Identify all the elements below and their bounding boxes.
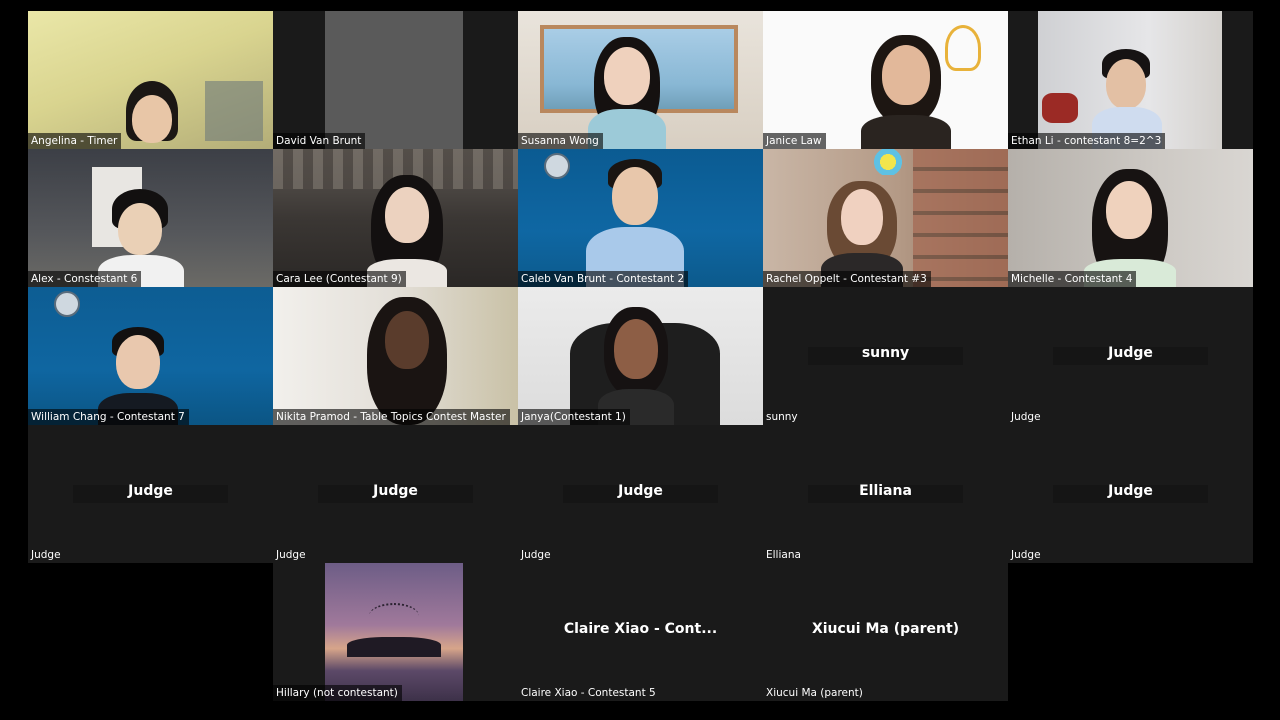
participant-tile[interactable]: Michelle - Contestant 4: [1008, 149, 1253, 287]
participant-tile[interactable]: sunny sunny: [763, 287, 1008, 425]
participant-display-name: Elliana: [859, 483, 912, 499]
participant-tile[interactable]: Susanna Wong: [518, 11, 763, 149]
participant-tile[interactable]: Janya(Contestant 1): [518, 287, 763, 425]
video-feed: [273, 563, 518, 701]
participant-tile[interactable]: William Chang - Contestant 7: [28, 287, 273, 425]
participant-tile[interactable]: Elliana Elliana: [763, 425, 1008, 563]
participant-tile[interactable]: Xiucui Ma (parent) Xiucui Ma (parent): [763, 563, 1008, 701]
gallery-view: Angelina - Timer David Van Brunt Susanna…: [28, 11, 1253, 701]
participant-name-label: Elliana: [766, 549, 801, 561]
participant-display-name: Judge: [128, 483, 173, 499]
participant-display-name: Claire Xiao - Cont...: [563, 621, 718, 637]
participant-name-label: Janice Law: [763, 133, 826, 149]
video-feed: [273, 287, 518, 425]
participant-tile[interactable]: Hillary (not contestant): [273, 563, 518, 701]
participant-display-name: Judge: [1108, 483, 1153, 499]
participant-tile[interactable]: Judge Judge: [273, 425, 518, 563]
participant-tile[interactable]: Judge Judge: [518, 425, 763, 563]
video-feed: [1008, 11, 1253, 149]
participant-name-label: Susanna Wong: [518, 133, 603, 149]
participant-name-label: Janya(Contestant 1): [518, 409, 630, 425]
participant-name-label: David Van Brunt: [273, 133, 366, 149]
lightbulb-icon: [945, 25, 981, 71]
participant-tile[interactable]: Claire Xiao - Cont... Claire Xiao - Cont…: [518, 563, 763, 701]
participant-tile[interactable]: Ethan Li - contestant 8=2^3: [1008, 11, 1253, 149]
participant-tile[interactable]: Janice Law: [763, 11, 1008, 149]
participant-tile[interactable]: Cara Lee (Contestant 9): [273, 149, 518, 287]
participant-name-label: sunny: [766, 411, 798, 423]
participant-tile[interactable]: Rachel Oppelt - Contestant #3: [763, 149, 1008, 287]
participant-tile[interactable]: Nikita Pramod - Table Topics Contest Mas…: [273, 287, 518, 425]
toastmasters-logo-icon: [544, 153, 570, 179]
video-feed: [273, 11, 518, 149]
participant-name-label: Ethan Li - contestant 8=2^3: [1008, 133, 1166, 149]
participant-name-label: Nikita Pramod - Table Topics Contest Mas…: [273, 409, 510, 425]
participant-display-name: Judge: [1108, 345, 1153, 361]
participant-name-label: Judge: [521, 549, 551, 561]
participant-name-label: Judge: [276, 549, 306, 561]
video-feed: [28, 149, 273, 287]
participant-name-label: Claire Xiao - Contestant 5: [521, 687, 656, 699]
video-feed: [763, 149, 1008, 287]
video-feed: [518, 11, 763, 149]
participant-tile[interactable]: Judge Judge: [1008, 287, 1253, 425]
toastmasters-logo-icon: [54, 291, 80, 317]
participant-tile[interactable]: Alex - Constestant 6: [28, 149, 273, 287]
participant-name-label: Alex - Constestant 6: [28, 271, 142, 287]
participant-display-name: Judge: [618, 483, 663, 499]
participant-name-label: Judge: [31, 549, 61, 561]
video-feed: [763, 11, 1008, 149]
participant-name-label: Hillary (not contestant): [273, 685, 402, 701]
participant-name-label: Cara Lee (Contestant 9): [273, 271, 406, 287]
participant-name-label: Michelle - Contestant 4: [1008, 271, 1137, 287]
participant-name-label: Judge: [1011, 549, 1041, 561]
video-feed: [518, 149, 763, 287]
video-feed: [28, 11, 273, 149]
participant-name-label: Xiucui Ma (parent): [766, 687, 863, 699]
participant-tile[interactable]: Angelina - Timer: [28, 11, 273, 149]
participant-name-label: William Chang - Contestant 7: [28, 409, 189, 425]
profile-picture: [325, 563, 463, 701]
participant-name-label: Judge: [1011, 411, 1041, 423]
participant-name-label: Caleb Van Brunt - Contestant 2: [518, 271, 689, 287]
participant-tile[interactable]: Judge Judge: [1008, 425, 1253, 563]
participant-tile[interactable]: David Van Brunt: [273, 11, 518, 149]
participant-name-label: Rachel Oppelt - Contestant #3: [763, 271, 931, 287]
video-feed: [1008, 149, 1253, 287]
video-feed: [273, 149, 518, 287]
participant-display-name: Judge: [373, 483, 418, 499]
video-feed: [28, 287, 273, 425]
video-feed: [518, 287, 763, 425]
participant-display-name: sunny: [861, 345, 910, 361]
participant-tile[interactable]: Caleb Van Brunt - Contestant 2: [518, 149, 763, 287]
participant-display-name: Xiucui Ma (parent): [811, 621, 960, 637]
participant-name-label: Angelina - Timer: [28, 133, 122, 149]
participant-tile[interactable]: Judge Judge: [28, 425, 273, 563]
